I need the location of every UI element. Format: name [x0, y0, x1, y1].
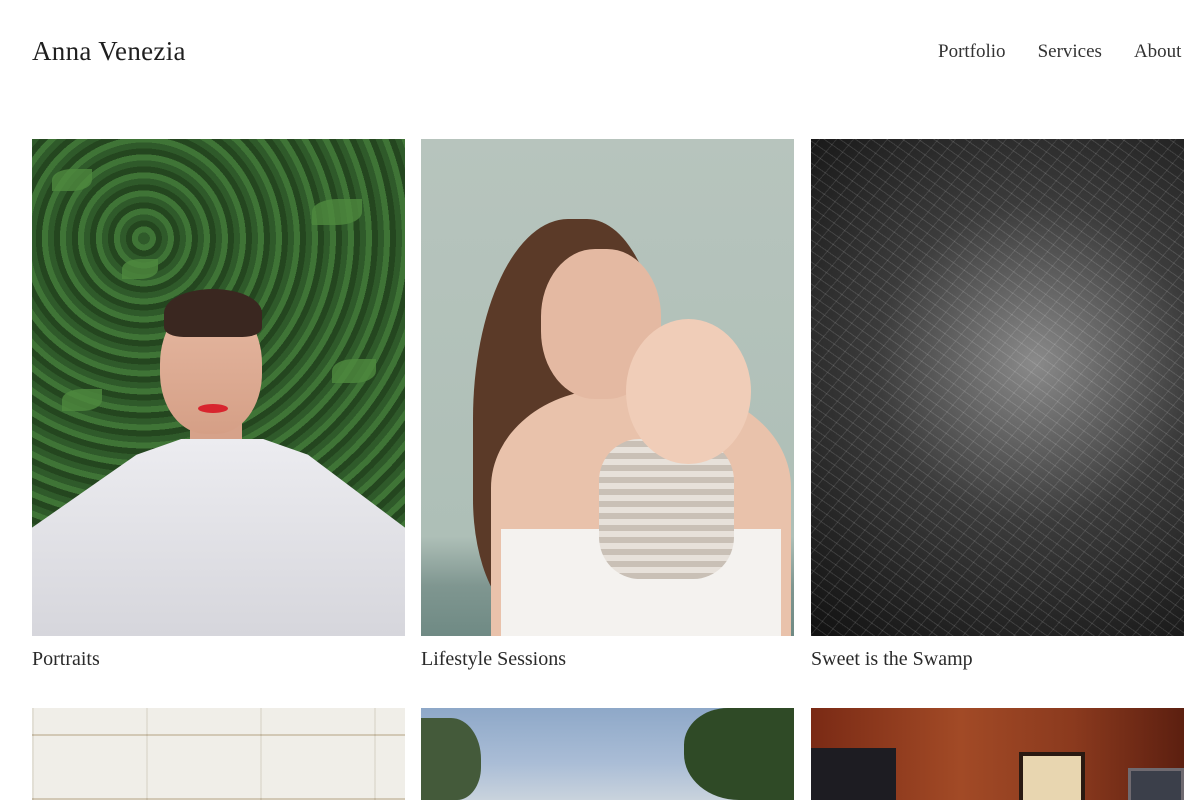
gallery-caption[interactable]: Lifestyle Sessions	[421, 648, 794, 671]
gallery-card-room[interactable]	[811, 708, 1184, 800]
mother-and-baby-photo-image[interactable]	[421, 139, 794, 636]
gallery-card-trees[interactable]	[421, 708, 794, 800]
nav-about[interactable]: About	[1134, 41, 1182, 63]
black-and-white-foliage-photo-image[interactable]	[811, 139, 1184, 636]
gallery-card-portraits[interactable]: Portraits	[32, 139, 405, 671]
nav-portfolio[interactable]: Portfolio	[938, 41, 1006, 63]
gallery-card-swamp[interactable]: Sweet is the Swamp	[811, 139, 1184, 671]
nav-services[interactable]: Services	[1038, 41, 1102, 63]
gallery-caption[interactable]: Sweet is the Swamp	[811, 648, 1184, 671]
trees-and-sky-photo-image[interactable]	[421, 708, 794, 800]
gallery-card-lifestyle[interactable]: Lifestyle Sessions	[421, 139, 794, 671]
gallery-card-tiles[interactable]	[32, 708, 405, 800]
gallery-caption[interactable]: Portraits	[32, 648, 405, 671]
site-title[interactable]: Anna Venezia	[32, 36, 186, 67]
wood-paneled-room-photo-image[interactable]	[811, 708, 1184, 800]
white-tiles-photo-image[interactable]	[32, 708, 405, 800]
main-nav: Portfolio Services About	[938, 41, 1181, 63]
portrait-photo-image[interactable]	[32, 139, 405, 636]
